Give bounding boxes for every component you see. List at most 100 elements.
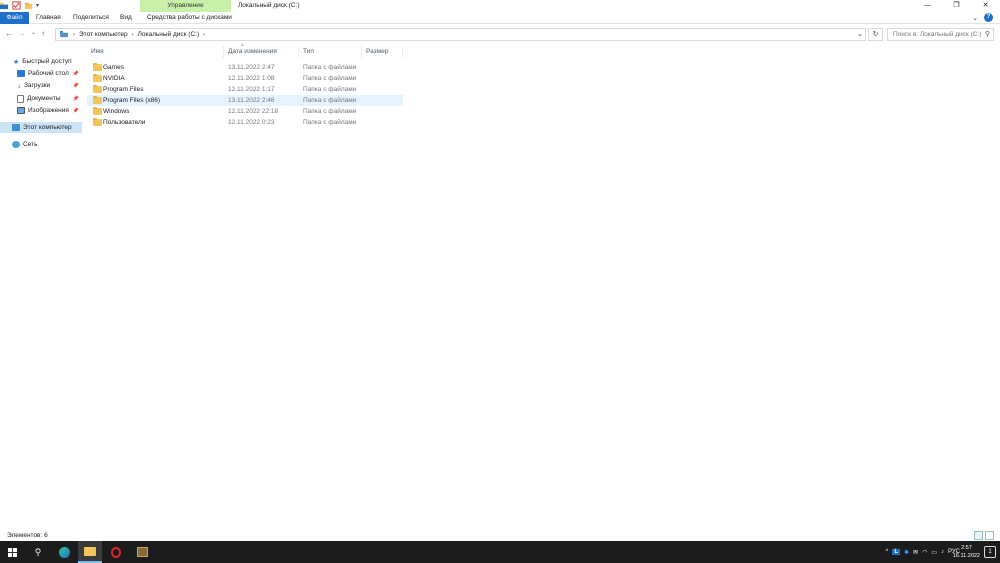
- nav-documents[interactable]: Документы 📌: [0, 93, 82, 104]
- restore-button[interactable]: ❐: [942, 0, 971, 12]
- address-row: ← → ⌄ ↑ › Этот компьютер › Локальный дис…: [0, 26, 1000, 43]
- table-row[interactable]: Games 13.11.2022 2:47 Папка с файлами: [87, 62, 403, 73]
- forward-arrow-icon[interactable]: →: [18, 29, 26, 38]
- window-title: Локальный диск (C:): [238, 2, 300, 9]
- pin-icon[interactable]: 📌: [73, 96, 79, 102]
- tab-manage[interactable]: Управление: [140, 0, 231, 12]
- nav-label: Сеть: [23, 141, 38, 148]
- clock-date: 16.11.2022: [952, 553, 980, 559]
- network-icon: [12, 141, 20, 148]
- ribbon-tabs: Файл Главная Поделиться Вид Средства раб…: [0, 12, 1000, 24]
- table-row[interactable]: Пользователи 12.11.2022 0:23 Папка с фай…: [87, 117, 403, 128]
- expand-ribbon-icon[interactable]: ⌄: [972, 14, 978, 22]
- back-arrow-icon[interactable]: ←: [5, 29, 13, 38]
- pin-icon[interactable]: 📌: [73, 71, 79, 77]
- file-explorer-button[interactable]: [78, 541, 102, 563]
- close-button[interactable]: ✕: [971, 0, 1000, 12]
- folder-icon: [84, 546, 96, 556]
- file-date: 12.11.2022 1:17: [228, 86, 275, 93]
- download-icon: ↓: [17, 81, 21, 90]
- clock[interactable]: 2:57 16.11.2022: [953, 544, 980, 560]
- nav-quick-access[interactable]: ★ Быстрый доступ: [0, 56, 82, 67]
- start-button[interactable]: [0, 541, 24, 563]
- pin-icon[interactable]: 📌: [73, 108, 79, 114]
- help-icon[interactable]: ?: [984, 13, 993, 22]
- tab-share[interactable]: Поделиться: [73, 12, 109, 24]
- tab-view[interactable]: Вид: [120, 12, 132, 24]
- table-row[interactable]: Program Files 12.11.2022 1:17 Папка с фа…: [87, 84, 403, 95]
- column-name[interactable]: Имя: [87, 46, 224, 58]
- breadcrumb-separator-icon[interactable]: ›: [132, 32, 134, 38]
- nav-network[interactable]: Сеть: [0, 139, 82, 150]
- breadcrumb-this-pc[interactable]: Этот компьютер: [79, 31, 128, 38]
- file-type: Папка с файлами: [303, 75, 357, 82]
- nav-label: Документы: [27, 95, 61, 102]
- tab-home[interactable]: Главная: [36, 12, 61, 24]
- edge-button[interactable]: [52, 541, 76, 563]
- table-row[interactable]: NVIDIA 12.11.2022 1:08 Папка с файлами: [87, 73, 403, 84]
- file-type: Папка с файлами: [303, 119, 357, 126]
- nav-this-pc[interactable]: Этот компьютер: [0, 122, 82, 133]
- nav-desktop[interactable]: Рабочий стол 📌: [0, 68, 82, 79]
- refresh-button[interactable]: ↻: [868, 28, 883, 41]
- nav-label: Рабочий стол: [28, 70, 69, 77]
- explorer-icon[interactable]: [0, 1, 9, 10]
- file-name: Пользователи: [103, 119, 146, 126]
- volume-icon[interactable]: ♪: [941, 549, 944, 555]
- desktop-icon: [17, 70, 25, 77]
- app-l-icon[interactable]: L: [892, 549, 900, 555]
- column-size[interactable]: Размер: [362, 46, 403, 58]
- mail-icon[interactable]: ✉: [913, 549, 918, 556]
- nav-pictures[interactable]: Изображения 📌: [0, 105, 82, 116]
- address-bar[interactable]: › Этот компьютер › Локальный диск (C:) ›…: [55, 28, 866, 41]
- table-row[interactable]: Windows 12.11.2022 22:18 Папка с файлами: [87, 106, 403, 117]
- folder-icon: [93, 85, 102, 93]
- file-name: Games: [103, 64, 124, 71]
- file-type: Папка с файлами: [303, 64, 357, 71]
- display-icon[interactable]: ▭: [931, 549, 937, 556]
- tab-file[interactable]: Файл: [0, 12, 29, 24]
- customize-toolbar-icon[interactable]: ▾: [36, 2, 39, 9]
- new-folder-icon[interactable]: [24, 1, 33, 10]
- file-date: 13.11.2022 2:46: [228, 97, 275, 104]
- search-placeholder: Поиск в: Локальный диск (C:): [893, 31, 982, 38]
- quick-access-toolbar: ▾: [0, 1, 39, 10]
- file-type: Папка с файлами: [303, 97, 357, 104]
- clock-time: 2:57: [961, 545, 972, 551]
- nav-label: Загрузки: [24, 82, 51, 89]
- up-arrow-icon[interactable]: ↑: [41, 29, 45, 38]
- breadcrumb-local-disk[interactable]: Локальный диск (C:): [138, 31, 200, 38]
- column-date[interactable]: Дата изменения: [224, 46, 299, 58]
- details-view-icon[interactable]: [974, 531, 983, 540]
- archive-icon: [136, 547, 148, 557]
- archive-app-button[interactable]: [130, 541, 154, 563]
- address-dropdown-icon[interactable]: ⌄: [857, 30, 863, 38]
- folder-icon: [93, 74, 102, 82]
- search-button[interactable]: ⚲: [26, 541, 50, 563]
- recent-locations-icon[interactable]: ⌄: [31, 29, 36, 38]
- large-icons-view-icon[interactable]: [985, 531, 994, 540]
- item-count: Элементов: 6: [7, 532, 48, 539]
- opera-button[interactable]: [104, 541, 128, 563]
- star-icon: ★: [13, 58, 20, 66]
- pictures-icon: [17, 107, 25, 114]
- search-input[interactable]: Поиск в: Локальный диск (C:) ⚲: [887, 28, 994, 41]
- wifi-icon[interactable]: ◠: [922, 549, 927, 556]
- nav-label: Изображения: [28, 107, 69, 114]
- system-tray: ^ L ✱ ✉ ◠ ▭ ♪ РУС: [886, 541, 960, 563]
- edge-icon: [58, 546, 70, 558]
- opera-icon: [111, 546, 121, 558]
- chevron-up-icon[interactable]: ^: [886, 549, 889, 555]
- breadcrumb-separator-icon[interactable]: ›: [203, 32, 205, 38]
- table-row-selected[interactable]: Program Files (x86) 13.11.2022 2:46 Папк…: [87, 95, 403, 106]
- properties-icon[interactable]: [12, 1, 21, 10]
- breadcrumb-separator-icon[interactable]: ›: [73, 32, 75, 38]
- nav-downloads[interactable]: ↓ Загрузки 📌: [0, 80, 82, 91]
- bluetooth-icon[interactable]: ✱: [904, 549, 909, 556]
- tab-drive-tools[interactable]: Средства работы с дисками: [147, 12, 232, 24]
- minimize-button[interactable]: —: [913, 0, 942, 12]
- column-type[interactable]: Тип: [299, 46, 362, 58]
- pin-icon[interactable]: 📌: [73, 83, 79, 89]
- file-date: 13.11.2022 2:47: [228, 64, 275, 71]
- notification-center-button[interactable]: 1: [984, 546, 996, 558]
